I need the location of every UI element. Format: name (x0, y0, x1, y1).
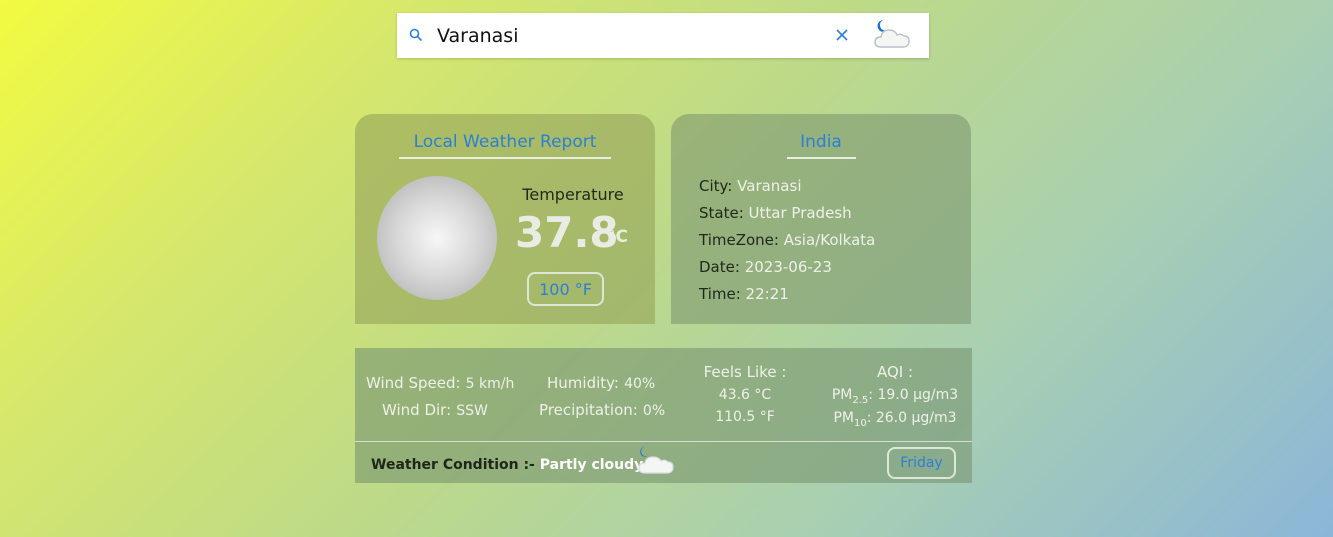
info-row-date: Date: 2023-06-23 (699, 258, 832, 276)
info-row-time: Time: 22:21 (699, 285, 789, 303)
country-title: India (800, 132, 842, 152)
night-cloud-icon (871, 15, 913, 53)
card-title-local: Local Weather Report (413, 132, 597, 152)
info-row-timezone: TimeZone: Asia/Kolkata (699, 231, 876, 249)
fahrenheit-button[interactable]: 100 °F (527, 272, 604, 306)
panel-divider (355, 441, 972, 442)
aqi-block: AQI : PM2.5: 19.0 µg/m3 PM10: 26.0 µg/m3 (825, 363, 965, 429)
pm25-line: PM2.5: 19.0 µg/m3 (831, 387, 959, 406)
humidity-stat: Humidity: 40% (547, 374, 656, 392)
night-cloud-icon (635, 446, 677, 476)
feels-like-block: Feels Like : 43.6 °C 110.5 °F (703, 363, 787, 425)
info-row-city: City: Varanasi (699, 177, 802, 195)
details-panel: Wind Speed: 5 km/h Wind Dir: SSW Humidit… (355, 348, 972, 483)
location-info-list: City: Varanasi State: Uttar Pradesh Time… (699, 176, 875, 311)
wind-speed-stat: Wind Speed: 5 km/h (366, 374, 515, 392)
local-weather-card: Local Weather Report Temperature 37.8 °C… (355, 114, 655, 324)
temperature-value: 37.8 (515, 208, 619, 257)
search-icon[interactable] (409, 28, 423, 42)
info-row-state: State: Uttar Pradesh (699, 204, 852, 222)
location-card: India City: Varanasi State: Uttar Prades… (671, 114, 971, 324)
title-underline (399, 157, 611, 159)
weather-orb-icon (377, 176, 497, 300)
search-input[interactable] (437, 21, 817, 50)
close-icon[interactable] (833, 26, 851, 44)
weather-condition: Weather Condition :- Partly cloudy (371, 457, 644, 473)
temperature-unit: °C (607, 227, 628, 247)
precipitation-stat: Precipitation: 0% (539, 401, 666, 419)
day-button[interactable]: Friday (887, 447, 956, 479)
pm10-line: PM10: 26.0 µg/m3 (833, 409, 957, 429)
wind-dir-stat: Wind Dir: SSW (382, 401, 488, 419)
search-bar (397, 13, 929, 58)
temperature-label: Temperature (522, 185, 624, 204)
title-underline (787, 157, 856, 159)
